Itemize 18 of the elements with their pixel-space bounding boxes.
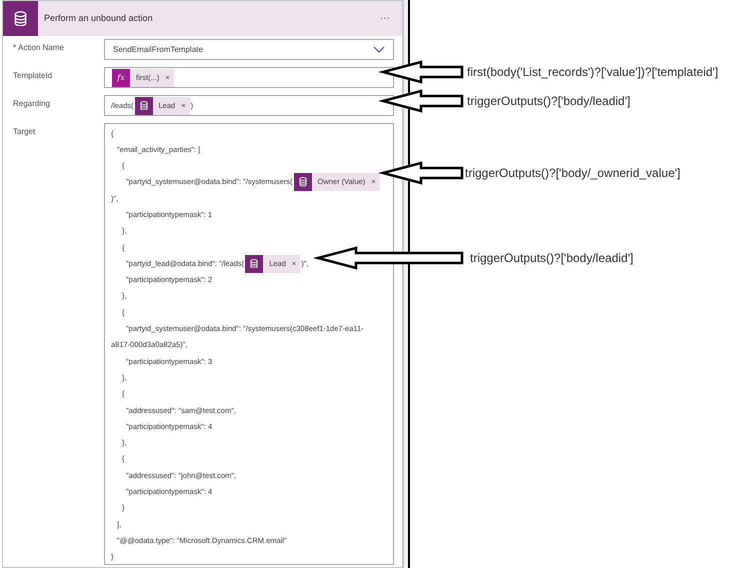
field-label: TemplateId [12, 70, 54, 82]
chevron-down-icon [373, 46, 385, 53]
database-icon [140, 100, 148, 110]
field-label: Regarding [12, 98, 51, 110]
database-icon [298, 177, 306, 187]
database-icon [14, 10, 27, 26]
field-label: * Action Name [12, 42, 65, 54]
annotation-text: triggerOutputs()?['body/leadid'] [470, 250, 634, 267]
required-mark: * [13, 43, 16, 52]
more-button[interactable]: ··· [380, 11, 390, 26]
function-icon: fx [112, 68, 130, 86]
annotation-text: triggerOutputs()?['body/_ownerid_value'] [465, 165, 680, 182]
select-field[interactable]: SendEmailFromTemplate [104, 39, 394, 60]
card-title: Perform an unbound action [44, 12, 154, 25]
database-icon [250, 258, 258, 268]
annotation-text: triggerOutputs()?['body/leadid'] [467, 93, 630, 110]
annotation-text: first(body('List_records')?['value'])?['templateid'] [467, 64, 718, 81]
field-label: Target [12, 126, 36, 138]
